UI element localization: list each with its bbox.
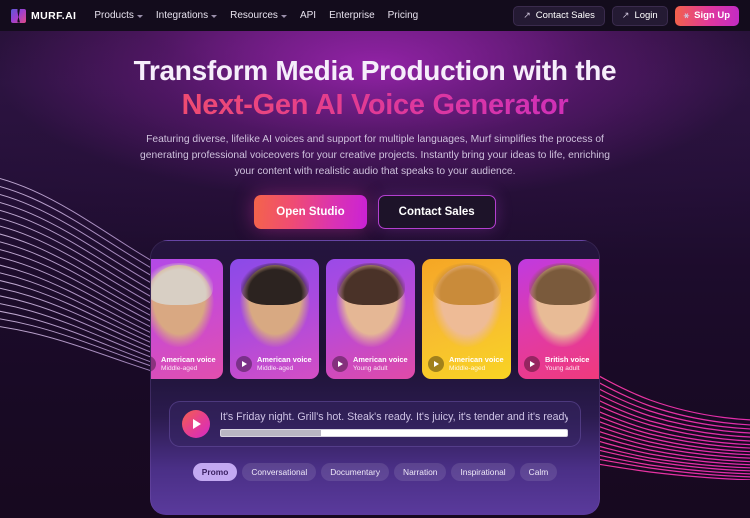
voice-card-subtitle: Young adult: [545, 364, 580, 372]
logo-text: MURF.AI: [31, 9, 77, 22]
voice-card-footer: American voice Middle-aged: [151, 349, 223, 379]
arrow-up-right-icon: ↗: [621, 10, 630, 20]
nav-links: Products Integrations Resources API Ente…: [94, 10, 418, 21]
avatar-hair: [336, 263, 405, 305]
nav-link-label: Pricing: [387, 10, 419, 21]
voice-card[interactable]: American voice Middle-aged: [422, 259, 511, 379]
voice-card[interactable]: American voice Young adult: [326, 259, 415, 379]
play-icon: [338, 361, 344, 367]
studio-preview-panel: American voice Middle-aged American voice M…: [150, 240, 600, 515]
play-icon: [151, 361, 152, 367]
nav-link-label: API: [299, 10, 317, 21]
voice-card-text: American voice Middle-aged: [449, 355, 504, 372]
nav-link-integrations[interactable]: Integrations: [155, 10, 218, 21]
play-icon: [530, 361, 536, 367]
voice-card-title: American voice: [353, 355, 408, 365]
chevron-down-icon: [280, 14, 287, 18]
voice-play-button[interactable]: [332, 356, 348, 372]
murf-logo-icon: [11, 8, 26, 23]
avatar-hair: [240, 263, 309, 305]
category-pill[interactable]: Inspirational: [451, 463, 515, 481]
voice-play-button[interactable]: [151, 356, 156, 372]
navbar-actions: ↗ Contact Sales ↗ Login ⚹ Sign Up: [513, 5, 739, 26]
nav-link-api[interactable]: API: [300, 10, 316, 21]
category-pill[interactable]: Conversational: [242, 463, 317, 481]
voice-card[interactable]: American voice Middle-aged: [151, 259, 223, 379]
play-icon: [242, 361, 248, 367]
player-script-text: It's Friday night. Grill's hot. Steak's …: [220, 411, 568, 424]
avatar-hair: [528, 263, 597, 305]
nav-link-products[interactable]: Products: [94, 10, 143, 21]
voice-card-text: American voice Young adult: [353, 355, 408, 372]
voice-card[interactable]: British voice Young adult: [518, 259, 599, 379]
voice-play-button[interactable]: [236, 356, 252, 372]
signup-button[interactable]: ⚹ Sign Up: [674, 5, 739, 26]
nav-link-resources[interactable]: Resources: [230, 10, 287, 21]
voice-card-title: American voice: [161, 355, 216, 365]
hero-subtitle: Featuring diverse, lifelike AI voices an…: [140, 134, 610, 177]
nav-link-label: Integrations: [155, 10, 209, 21]
voice-play-button[interactable]: [524, 356, 540, 372]
nav-link-label: Products: [94, 10, 134, 21]
signup-label: Sign Up: [694, 10, 730, 21]
voice-play-button[interactable]: [428, 356, 444, 372]
play-icon: [193, 419, 201, 429]
voice-card-footer: American voice Young adult: [326, 349, 415, 379]
avatar-hair: [151, 263, 213, 305]
voice-card-footer: British voice Young adult: [518, 349, 599, 379]
category-pill[interactable]: Documentary: [321, 463, 390, 481]
open-studio-button[interactable]: Open Studio: [254, 194, 367, 229]
nav-link-pricing[interactable]: Pricing: [388, 10, 419, 21]
voice-card-title: American voice: [257, 355, 312, 365]
navbar: MURF.AI Products Integrations Resources …: [0, 0, 750, 31]
arrow-up-right-icon: ↗: [523, 10, 531, 20]
player-progress-fill: [221, 429, 322, 436]
voice-card-subtitle: Young adult: [353, 364, 388, 372]
login-button[interactable]: ↗ Login: [611, 5, 668, 26]
category-pill[interactable]: Promo: [192, 463, 238, 481]
play-icon: [434, 361, 440, 367]
category-pill[interactable]: Calm: [519, 463, 558, 481]
category-pill[interactable]: Narration: [394, 463, 447, 481]
voice-card-subtitle: Middle-aged: [257, 364, 294, 372]
voice-card-subtitle: Middle-aged: [161, 364, 198, 372]
nav-link-label: Resources: [230, 10, 278, 21]
voice-card-title: American voice: [449, 355, 504, 365]
cta-row: Open Studio Contact Sales: [0, 194, 750, 229]
contact-sales-label: Contact Sales: [535, 10, 595, 21]
logo[interactable]: MURF.AI: [11, 8, 77, 23]
player-progress-track[interactable]: [220, 428, 568, 437]
chevron-down-icon: [211, 14, 218, 18]
audio-player: It's Friday night. Grill's hot. Steak's …: [169, 401, 581, 447]
contact-sales-button[interactable]: ↗ Contact Sales: [513, 5, 605, 26]
player-body: It's Friday night. Grill's hot. Steak's …: [220, 411, 568, 437]
category-filter-row: Promo Conversational Documentary Narration I…: [151, 463, 599, 481]
nav-link-enterprise[interactable]: Enterprise: [329, 10, 375, 21]
voice-card-text: American voice Middle-aged: [257, 355, 312, 372]
avatar-hair: [432, 263, 501, 305]
voice-card-footer: American voice Middle-aged: [422, 349, 511, 379]
page-title-line1: Transform Media Production with the: [133, 55, 617, 86]
voice-card-text: British voice Young adult: [545, 355, 589, 372]
voice-card-footer: American voice Middle-aged: [230, 349, 319, 379]
user-icon: ⚹: [683, 10, 690, 20]
hero-section: Transform Media Production with the Next…: [0, 0, 750, 229]
player-play-button[interactable]: [182, 410, 210, 438]
contact-sales-hero-button[interactable]: Contact Sales: [377, 194, 496, 229]
page-root: MURF.AI Products Integrations Resources …: [0, 0, 750, 518]
login-label: Login: [634, 10, 658, 21]
voice-card-title: British voice: [545, 355, 590, 365]
voice-card-list: American voice Middle-aged American voice M…: [151, 259, 599, 379]
voice-card[interactable]: American voice Middle-aged: [230, 259, 319, 379]
nav-link-label: Enterprise: [329, 10, 375, 21]
page-title-line2: Next-Gen AI Voice Generator: [0, 87, 750, 123]
voice-card-text: American voice Middle-aged: [161, 355, 216, 372]
voice-card-subtitle: Middle-aged: [449, 364, 486, 372]
chevron-down-icon: [136, 14, 143, 18]
